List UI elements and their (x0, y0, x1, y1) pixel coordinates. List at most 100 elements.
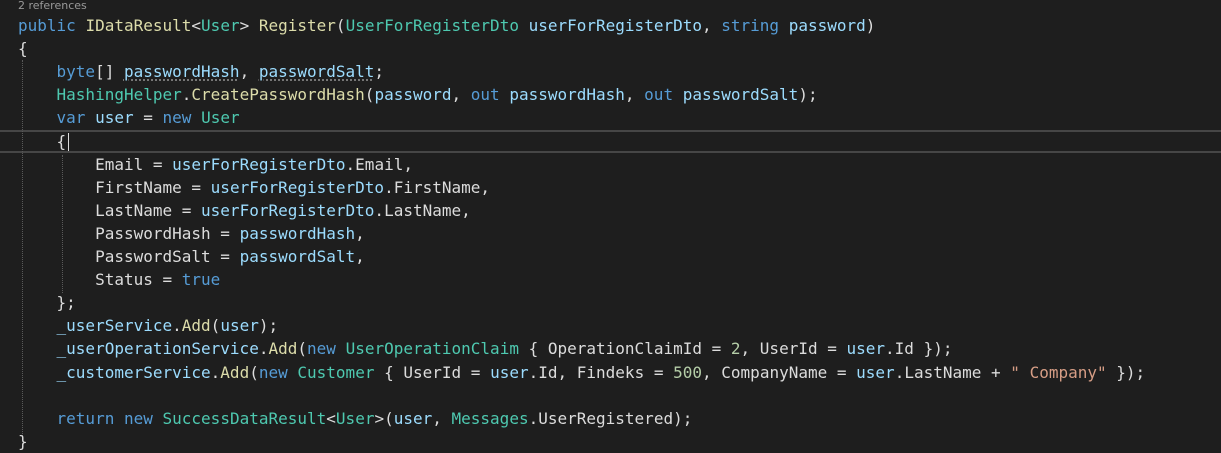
code-token: , (432, 408, 452, 428)
code-token: Id (894, 339, 914, 359)
code-token: { (56, 131, 67, 151)
code-token: < (191, 16, 202, 35)
code-token: User (335, 408, 375, 428)
code-token: > (239, 16, 250, 35)
code-line[interactable]: public IDataResult<User> Register(UserFo… (18, 14, 875, 37)
code-token: User (201, 16, 240, 35)
code-token: Register (258, 16, 336, 35)
code-token: password (374, 85, 452, 105)
code-token: new (258, 362, 288, 382)
code-token: ( (210, 316, 221, 336)
code-token: . (210, 362, 221, 382)
code-token: ( (364, 85, 375, 105)
text-caret (68, 133, 69, 151)
code-token: " Company" (1010, 362, 1107, 382)
code-token: }); (913, 339, 953, 359)
code-token: userForRegisterDto (172, 154, 346, 174)
code-token: OperationClaimId (547, 339, 702, 359)
code-line[interactable]: { (18, 37, 28, 60)
code-token: user (856, 362, 895, 382)
code-token: password (788, 16, 866, 35)
code-token: out (470, 85, 500, 105)
code-token: PasswordHash (95, 223, 211, 243)
code-token: new (123, 408, 153, 428)
code-line[interactable]: LastName = userForRegisterDto.LastName, (18, 199, 471, 222)
code-token: new (162, 108, 192, 128)
code-token: , (239, 62, 259, 82)
code-token: UserRegistered (538, 408, 674, 428)
code-token: [] (95, 62, 124, 82)
code-token: UserId (759, 339, 818, 359)
code-token: ); (258, 316, 279, 336)
code-editor[interactable]: 2 references public IDataResult<User> Re… (0, 0, 1221, 452)
code-token: CompanyName (721, 362, 828, 382)
code-line[interactable]: { (18, 130, 67, 153)
code-token: . (172, 316, 182, 336)
code-token: } (18, 431, 28, 451)
code-token: _userOperationService (56, 339, 259, 359)
code-token: { (518, 339, 548, 359)
code-line[interactable]: }; (18, 291, 76, 314)
code-line[interactable]: _userOperationService. Add(new UserOperat… (18, 337, 953, 360)
code-line[interactable]: var user = new User (18, 106, 240, 129)
code-line[interactable]: Email = userForRegisterDto.Email, (18, 153, 413, 176)
code-token: var (56, 108, 86, 128)
code-token: UserForRegisterDto (345, 16, 519, 35)
code-token: ( (335, 16, 346, 35)
code-token: userForRegisterDto (210, 177, 385, 197)
code-line[interactable]: Status = true (18, 268, 220, 291)
code-line[interactable]: byte[] passwordHash, passwordSalt; (18, 60, 385, 83)
code-token: UserOperationClaim (345, 339, 519, 359)
code-token: Add (220, 362, 250, 382)
codelens-references[interactable]: 2 references (18, 0, 87, 12)
code-token: user (490, 362, 529, 382)
code-line[interactable]: _customerService.Add(new Customer { User… (18, 361, 1146, 384)
code-token: Messages (451, 408, 529, 428)
code-line[interactable]: PasswordHash = passwordHash, (18, 222, 365, 245)
code-token: = (210, 247, 240, 266)
code-token: Email (355, 154, 404, 174)
code-token: = (210, 223, 240, 243)
code-line[interactable]: _userService.Add(user); (18, 314, 279, 337)
code-token: UserId (403, 362, 462, 382)
code-token: Email (95, 154, 144, 174)
code-token: , (701, 16, 722, 35)
code-token: User (201, 108, 240, 128)
code-token: FirstName (95, 177, 182, 197)
code-token: _userService (56, 316, 173, 336)
code-token: }); (1106, 362, 1146, 382)
code-token: ) (865, 16, 876, 35)
code-token: Findeks (576, 362, 645, 382)
code-line[interactable]: PasswordSalt = passwordSalt, (18, 245, 365, 268)
code-token: + (981, 362, 1011, 382)
code-token: HashingHelper (56, 85, 182, 105)
code-token: passwordHash (509, 85, 625, 105)
code-token: byte (56, 62, 96, 82)
code-line[interactable]: } (18, 430, 28, 453)
code-token: new (307, 339, 336, 359)
code-token: ); (798, 85, 818, 105)
code-line[interactable]: return new SuccessDataResult<User>(user,… (18, 407, 693, 430)
code-token: Customer (297, 362, 375, 382)
code-line[interactable]: HashingHelper.CreatePasswordHash(passwor… (18, 83, 818, 106)
code-line[interactable]: FirstName = userForRegisterDto.FirstName… (18, 176, 490, 199)
code-token: = (181, 177, 211, 197)
code-token: . (885, 339, 895, 359)
code-token: 2 (730, 339, 741, 359)
code-token: passwordHash (239, 223, 356, 243)
code-token: , (403, 154, 413, 174)
